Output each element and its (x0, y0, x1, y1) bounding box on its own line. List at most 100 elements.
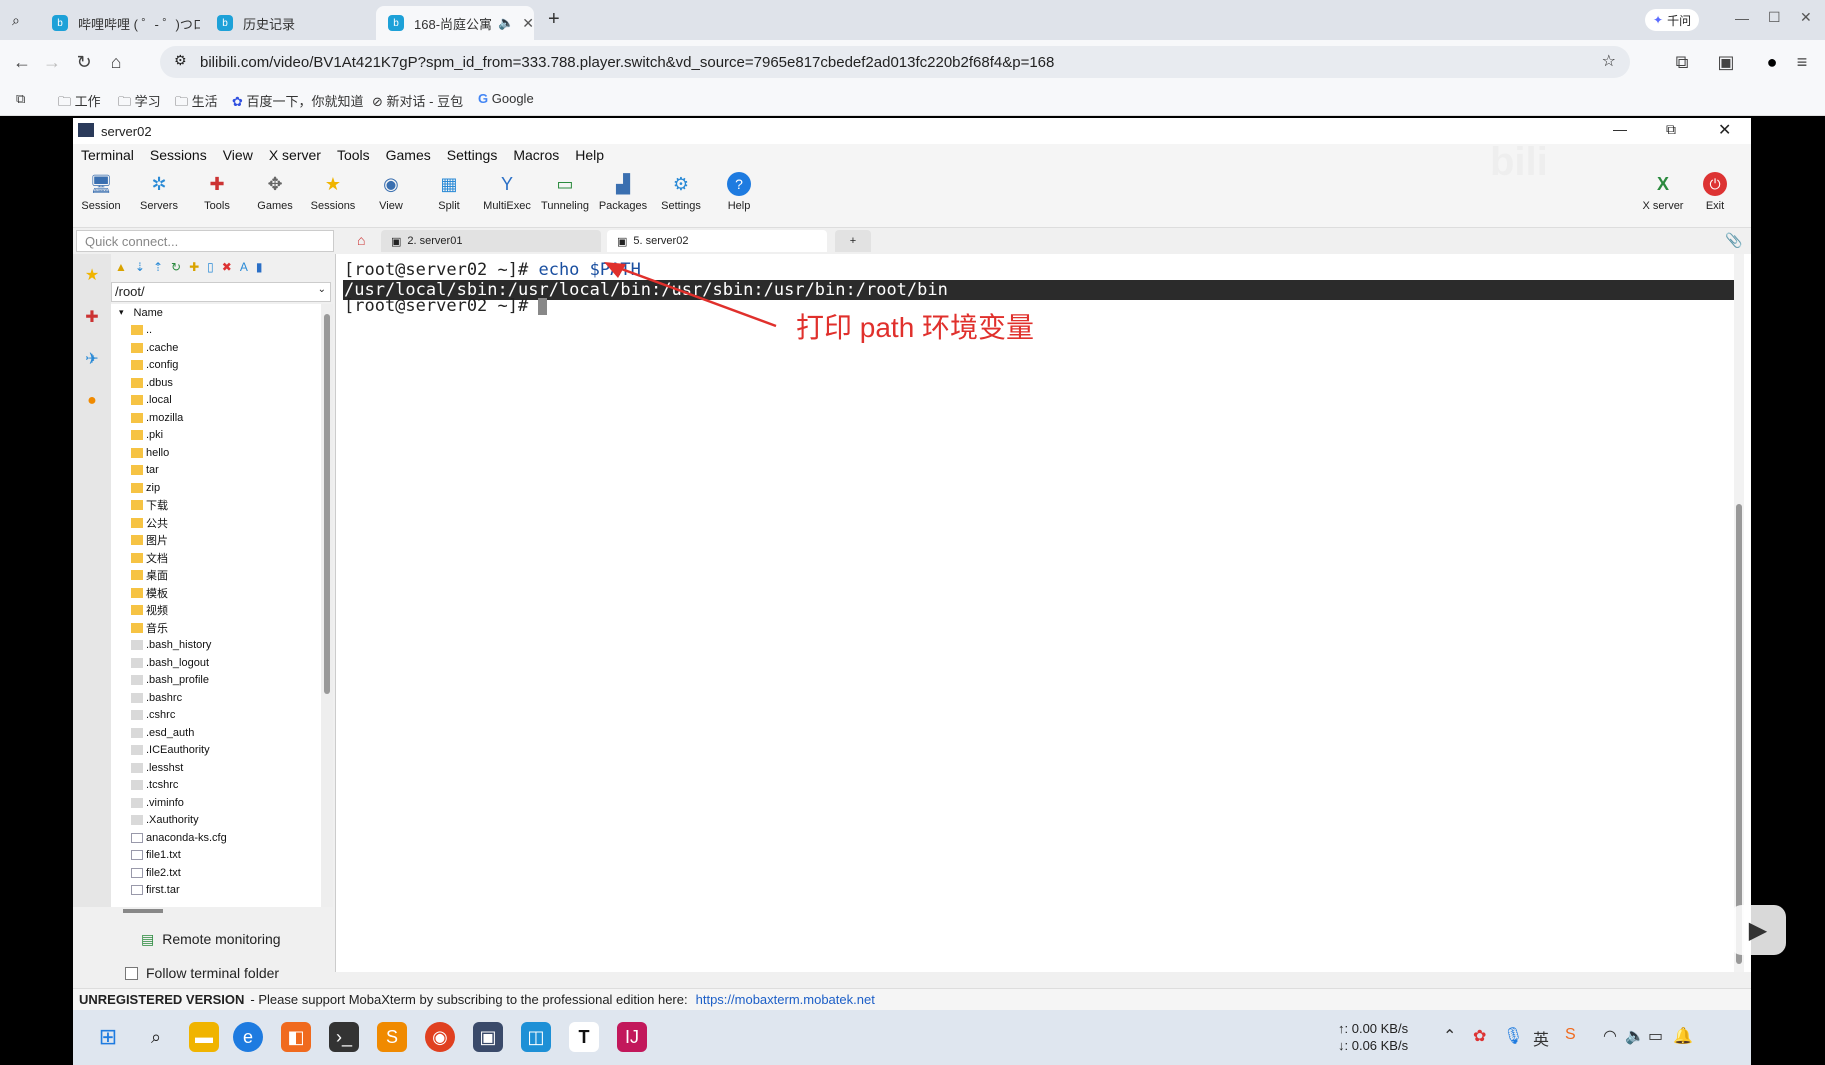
tray-app-icon[interactable]: ✿ (1473, 1026, 1486, 1046)
screenshot-icon[interactable]: ▣ (1714, 50, 1738, 74)
attach-icon[interactable]: 📎 (1725, 232, 1742, 249)
terminal-scrollbar[interactable] (1734, 254, 1744, 972)
menu-terminal[interactable]: Terminal (73, 147, 142, 163)
sessions-star-icon[interactable]: ★ (73, 254, 111, 296)
back-icon[interactable]: ← (10, 50, 34, 74)
mobatek-link[interactable]: https://mobaxterm.mobatek.net (696, 992, 875, 1007)
tab-search-icon[interactable]: ⌕ (12, 12, 20, 29)
file-row[interactable]: .bash_logout (111, 654, 321, 672)
qianwen-button[interactable]: ✦ 千问 (1645, 9, 1700, 31)
sogou-icon[interactable]: S (1565, 1026, 1576, 1044)
file-tree-scrollbar[interactable] (321, 304, 333, 907)
file-row[interactable]: 视频 (111, 602, 321, 620)
session-button[interactable]: 🖥 Session (73, 172, 129, 213)
new-file-icon[interactable]: ▯ (207, 260, 214, 274)
menu-icon[interactable]: ≡ (1790, 50, 1814, 74)
file-row[interactable]: anaconda-ks.cfg (111, 829, 321, 847)
file-row[interactable]: first.tar (111, 882, 321, 900)
chevron-up-icon[interactable]: ⌃ (1443, 1026, 1456, 1046)
file-row[interactable]: .dbus (111, 374, 321, 392)
menu-xserver[interactable]: X server (261, 147, 329, 163)
file-row[interactable]: zip (111, 479, 321, 497)
packages-button[interactable]: ▟ Packages (595, 172, 651, 213)
file-row[interactable]: 下载 (111, 497, 321, 515)
properties-icon[interactable]: ▮ (256, 260, 263, 274)
bookmark-google[interactable]: G Google (478, 91, 534, 106)
scrollbar-thumb[interactable] (1736, 504, 1742, 964)
file-row[interactable]: 音乐 (111, 619, 321, 637)
rename-icon[interactable]: A (240, 260, 248, 274)
battery-icon[interactable]: ▭ (1648, 1026, 1663, 1046)
url-input[interactable]: ⚙ bilibili.com/video/BV1At421K7gP?spm_id… (160, 46, 1630, 78)
path-select[interactable]: /root/ ⌄ (111, 282, 331, 302)
file-row[interactable]: 图片 (111, 532, 321, 550)
quick-connect-input[interactable]: Quick connect... (76, 230, 334, 252)
exit-button[interactable]: ⏻ Exit (1687, 172, 1743, 212)
terminal-area[interactable]: [root@server02 ~]# echo $PATH /usr/local… (335, 254, 1751, 972)
chrome-icon[interactable]: ◉ (425, 1022, 455, 1052)
tools-button[interactable]: ✚ Tools (189, 172, 245, 213)
file-row[interactable]: hello (111, 444, 321, 462)
new-tab-button[interactable]: + (835, 230, 871, 252)
file-row[interactable]: .ICEauthority (111, 742, 321, 760)
profile-avatar[interactable]: ● (1760, 50, 1784, 74)
file-row[interactable]: .viminfo (111, 794, 321, 812)
intellij-icon[interactable]: IJ (617, 1022, 647, 1052)
file-row[interactable]: tar (111, 462, 321, 480)
macros-side-icon[interactable]: ● (73, 380, 111, 422)
follow-terminal-folder[interactable]: Follow terminal folder (111, 962, 331, 984)
file-row[interactable]: .mozilla (111, 409, 321, 427)
bookmark-doubao[interactable]: ⊘ 新对话 - 豆包 (372, 91, 463, 110)
file-row[interactable]: file2.txt (111, 864, 321, 882)
wifi-icon[interactable]: ◠ (1603, 1026, 1617, 1046)
mobaxterm-taskbar-icon[interactable]: ▣ (473, 1022, 503, 1052)
menu-view[interactable]: View (215, 147, 261, 163)
minimize-icon[interactable]: — (1613, 121, 1627, 137)
sublime-icon[interactable]: S (377, 1022, 407, 1052)
menu-help[interactable]: Help (567, 147, 612, 163)
browser-tab-3-active[interactable]: b 168-尚庭公寓 🔈 ✕ (376, 6, 534, 40)
follow-checkbox[interactable] (125, 966, 138, 980)
bookmark-folder[interactable]: 🗀 学习 (118, 91, 161, 115)
home-icon[interactable]: ⌂ (104, 50, 128, 74)
volume-icon[interactable]: 🔈 (1625, 1026, 1645, 1046)
bookmark-baidu[interactable]: ✿ 百度一下，你就知道 (232, 91, 364, 110)
tabs-icon[interactable]: ⧉ (16, 91, 25, 107)
folder-up-icon[interactable]: ▲ (115, 260, 127, 274)
file-row[interactable]: 文档 (111, 549, 321, 567)
settings-button[interactable]: ⚙ Settings (653, 172, 709, 213)
home-tab-icon[interactable]: ⌂ (357, 232, 365, 248)
session-tab-server02[interactable]: ▣ 5. server02 (607, 230, 827, 252)
multiexec-button[interactable]: Y MultiExec (479, 172, 535, 213)
file-row[interactable]: .esd_auth (111, 724, 321, 742)
file-row[interactable]: .bashrc (111, 689, 321, 707)
file-row[interactable]: 公共 (111, 514, 321, 532)
reload-icon[interactable]: ↻ (72, 50, 96, 74)
start-icon[interactable]: ⊞ (93, 1022, 123, 1052)
minimize-icon[interactable]: — (1735, 10, 1749, 26)
typora-icon[interactable]: T (569, 1022, 599, 1052)
file-explorer-icon[interactable]: ▬ (189, 1022, 219, 1052)
file-row[interactable]: .. (111, 322, 321, 340)
bookmark-folder[interactable]: 🗀 生活 (175, 91, 218, 115)
h-scrollbar-thumb[interactable] (123, 909, 163, 913)
view-button[interactable]: ◉ View (363, 172, 419, 213)
close-icon[interactable]: ✕ (1718, 120, 1731, 140)
bookmark-star-icon[interactable]: ☆ (1602, 51, 1616, 71)
close-tab-icon[interactable]: ✕ (514, 15, 534, 32)
download-icon[interactable]: ⇣ (135, 260, 145, 274)
menu-tools[interactable]: Tools (329, 147, 378, 163)
help-button[interactable]: ? Help (711, 172, 767, 212)
menu-sessions[interactable]: Sessions (142, 147, 215, 163)
menu-games[interactable]: Games (378, 147, 439, 163)
file-row[interactable]: .bash_history (111, 637, 321, 655)
app-orange-icon[interactable]: ◧ (281, 1022, 311, 1052)
delete-icon[interactable]: ✖ (222, 260, 232, 274)
extensions-icon[interactable]: ⧉ (1670, 50, 1694, 74)
menu-settings[interactable]: Settings (439, 147, 506, 163)
browser-tab-2[interactable]: b 历史记录 (205, 6, 370, 40)
play-button[interactable]: ▶ (1730, 905, 1786, 955)
close-window-icon[interactable]: ✕ (1800, 9, 1812, 26)
file-row[interactable]: 桌面 (111, 567, 321, 585)
file-row[interactable]: .cshrc (111, 707, 321, 725)
